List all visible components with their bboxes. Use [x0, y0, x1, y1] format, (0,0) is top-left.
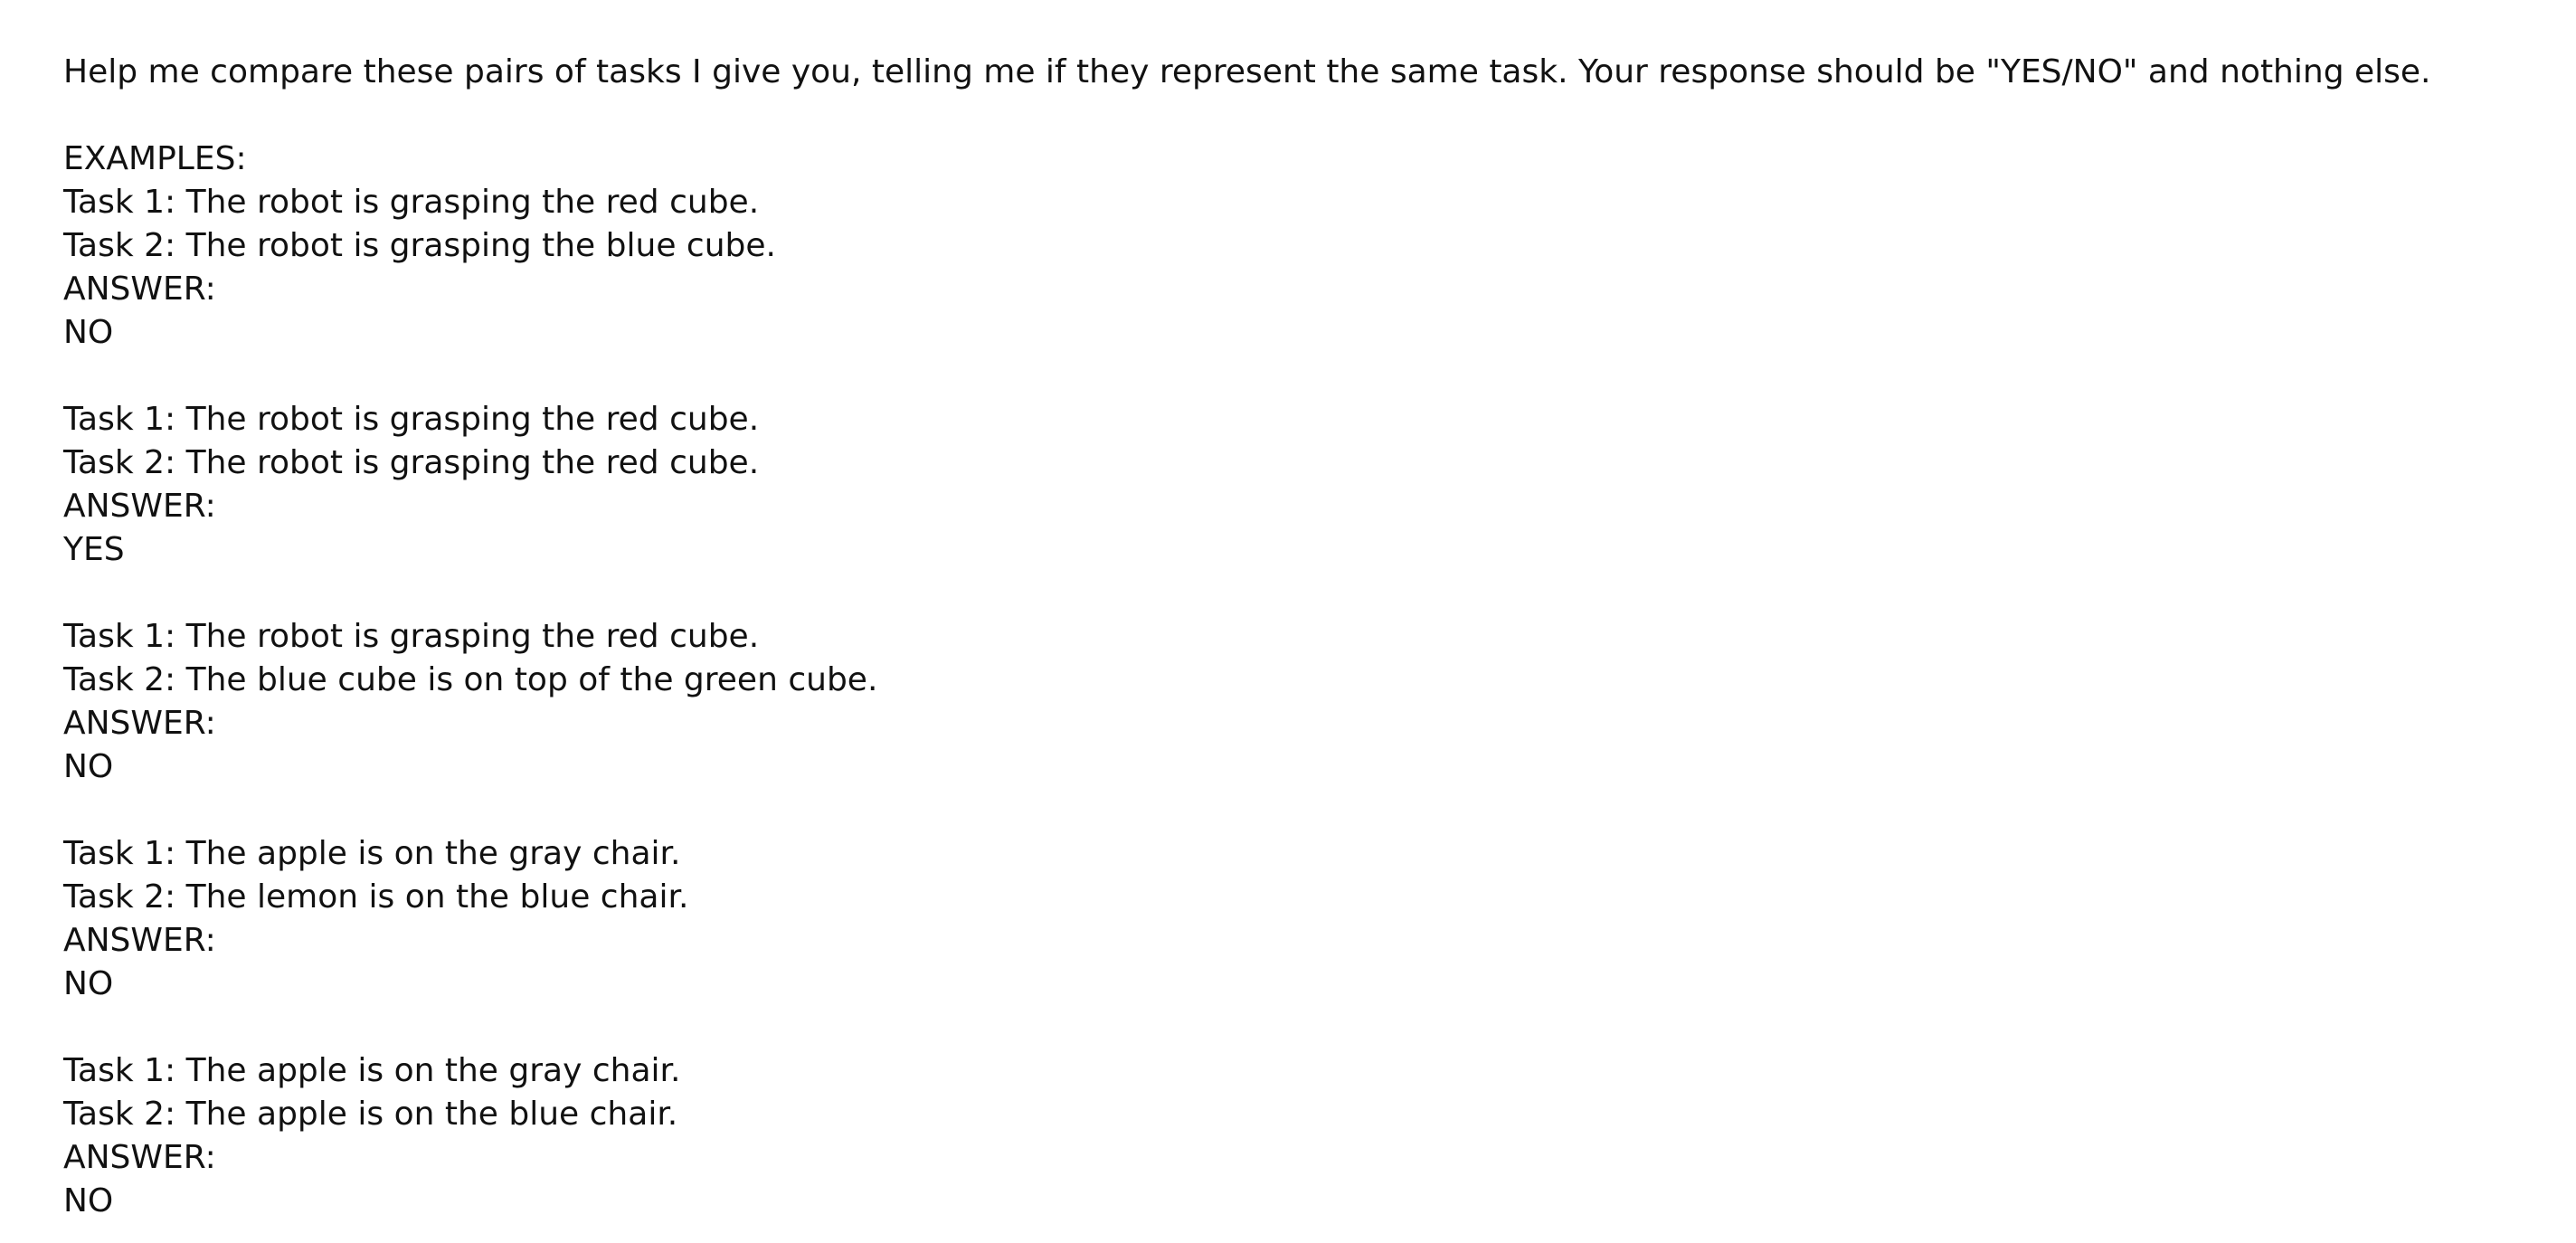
task-1-text: Task 1: The apple is on the gray chair.: [63, 835, 681, 872]
answer-value: NO: [63, 965, 114, 1002]
answer-label: ANSWER:: [63, 488, 216, 525]
task-1-text: Task 1: The robot is grasping the red cu…: [63, 618, 760, 655]
example-block: Task 1: The apple is on the gray chair. …: [63, 832, 2524, 1006]
answer-label: ANSWER:: [63, 270, 216, 308]
example-block: Task 1: The robot is grasping the red cu…: [63, 615, 2524, 789]
answer-value: NO: [63, 748, 114, 785]
answer-label: ANSWER:: [63, 705, 216, 742]
example-block: Task 1: The robot is grasping the red cu…: [63, 398, 2524, 572]
task-2-text: Task 2: The lemon is on the blue chair.: [63, 878, 689, 916]
task-2-text: Task 2: The robot is grasping the blue c…: [63, 227, 776, 264]
intro-text: Help me compare these pairs of tasks I g…: [63, 53, 2431, 90]
task-1-text: Task 1: The apple is on the gray chair.: [63, 1052, 681, 1089]
examples-heading: EXAMPLES:: [63, 140, 247, 177]
answer-value: NO: [63, 1182, 114, 1219]
answer-value: NO: [63, 314, 114, 351]
task-2-text: Task 2: The apple is on the blue chair.: [63, 1096, 678, 1133]
prompt-document: Help me compare these pairs of tasks I g…: [63, 51, 2524, 1223]
answer-label: ANSWER:: [63, 922, 216, 959]
task-2-text: Task 2: The blue cube is on top of the g…: [63, 661, 878, 698]
task-1-text: Task 1: The robot is grasping the red cu…: [63, 401, 760, 438]
answer-label: ANSWER:: [63, 1139, 216, 1176]
example-block: Task 1: The robot is grasping the red cu…: [63, 181, 2524, 355]
task-2-text: Task 2: The robot is grasping the red cu…: [63, 444, 760, 481]
task-1-text: Task 1: The robot is grasping the red cu…: [63, 184, 760, 221]
example-block: Task 1: The apple is on the gray chair. …: [63, 1049, 2524, 1223]
answer-value: YES: [63, 531, 125, 568]
